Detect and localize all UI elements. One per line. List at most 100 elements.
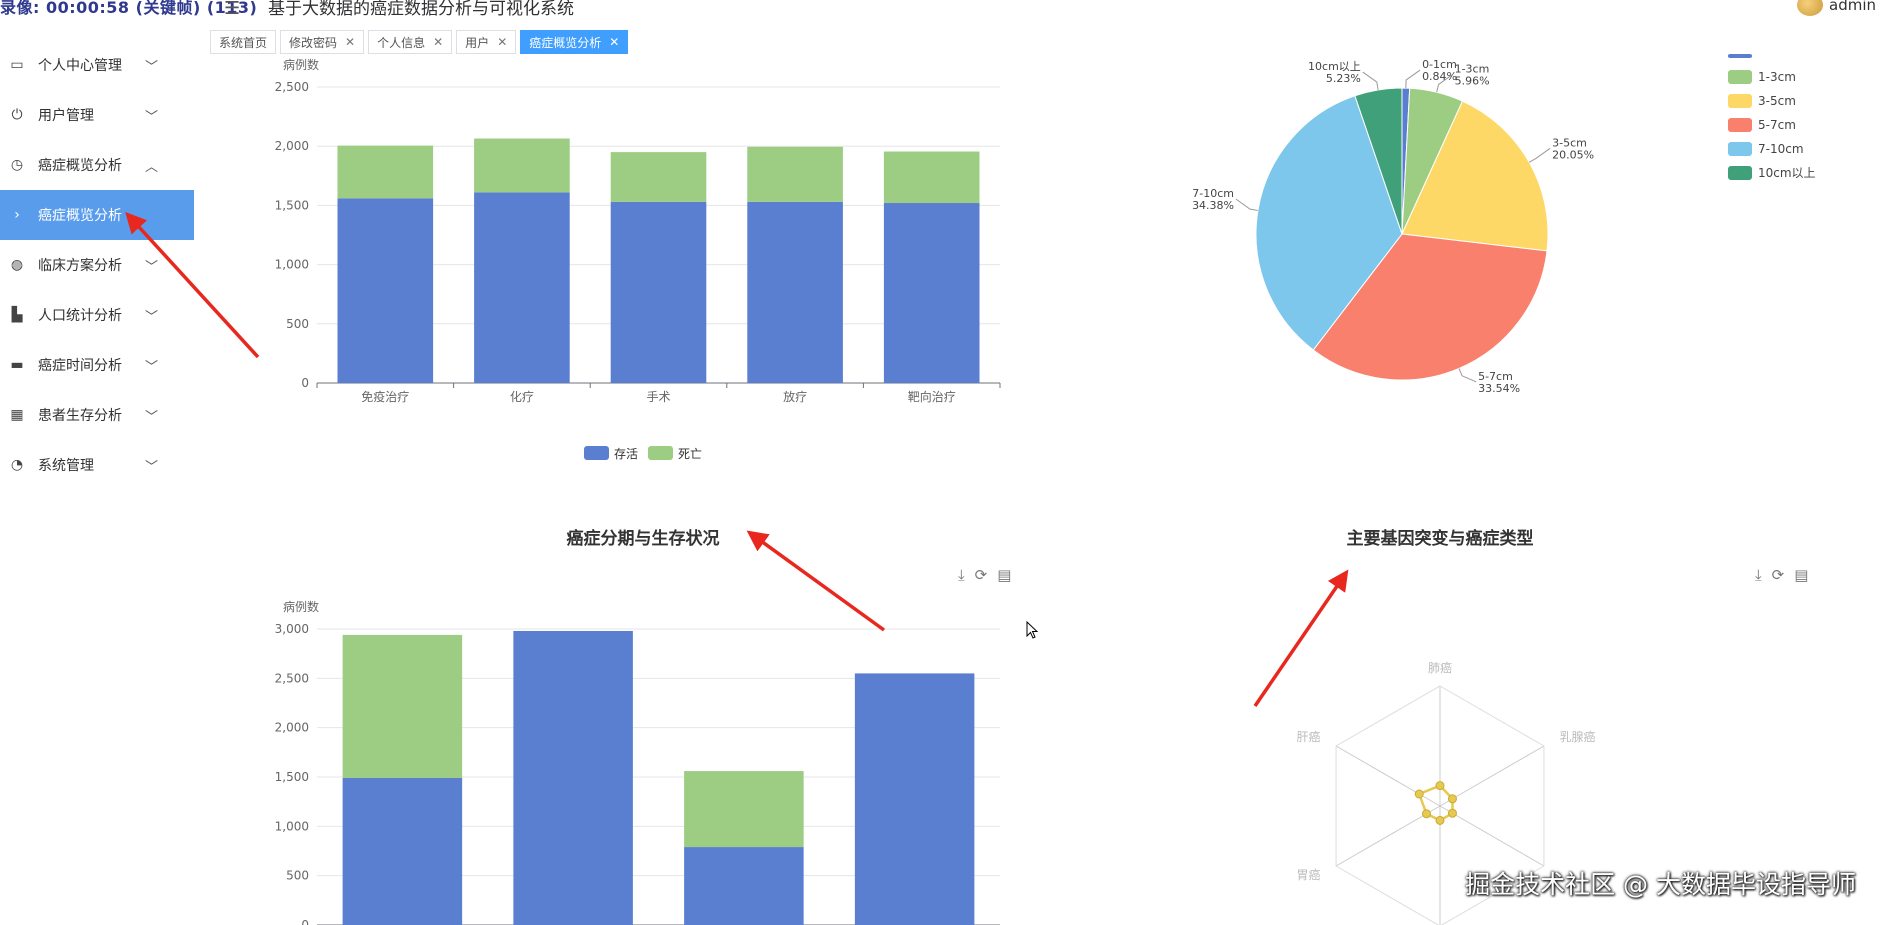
y-tick-label: 1,500 bbox=[275, 770, 309, 784]
pie-label-value: 34.38% bbox=[1192, 199, 1234, 212]
radar-point[interactable] bbox=[1421, 809, 1431, 819]
bar-死亡[interactable] bbox=[883, 151, 980, 204]
user-name[interactable]: admin bbox=[1829, 0, 1876, 14]
tab-4[interactable]: 癌症概览分析 ✕ bbox=[520, 30, 629, 54]
bar-死亡[interactable] bbox=[474, 138, 570, 193]
sidebar-item-1[interactable]: ⏻ 用户管理 ﹀ bbox=[0, 90, 194, 140]
bar-存活[interactable] bbox=[854, 673, 975, 925]
chevron-down-icon[interactable]: ﹀ bbox=[145, 306, 158, 325]
y-axis-label: 病例数 bbox=[283, 57, 319, 72]
y-tick-label: 2,000 bbox=[275, 139, 309, 153]
pie-label-value: 20.05% bbox=[1552, 148, 1594, 161]
legend-item-1-3cm[interactable]: 1-3cm bbox=[1728, 70, 1796, 84]
download-icon[interactable]: ⤓ bbox=[1755, 566, 1762, 584]
user-menu[interactable]: admin bbox=[1797, 0, 1876, 16]
chevron-down-icon[interactable]: ﹀ bbox=[145, 106, 158, 125]
data-view-icon[interactable]: ▤ bbox=[1794, 566, 1808, 584]
bar-死亡[interactable] bbox=[337, 145, 434, 199]
sidebar-item-4[interactable]: ◍ 临床方案分析 ﹀ bbox=[0, 240, 194, 290]
chevron-down-icon[interactable]: ﹀ bbox=[145, 456, 158, 475]
bar-死亡[interactable] bbox=[342, 634, 463, 778]
tab-label: 用户 bbox=[465, 35, 490, 50]
chevron-down-icon[interactable]: ﹀ bbox=[145, 256, 158, 275]
sidebar-item-3[interactable]: › 癌症概览分析 bbox=[0, 190, 194, 240]
watermark: 掘金技术社区 @ 大数据毕设指导师 bbox=[1465, 870, 1856, 899]
legend-item-死亡[interactable]: 死亡 bbox=[648, 446, 702, 461]
system-title: 基于大数据的癌症数据分析与可视化系统 bbox=[268, 0, 574, 19]
refresh-icon[interactable]: ⟳ bbox=[975, 566, 988, 584]
radar-point[interactable] bbox=[1435, 815, 1445, 825]
power-icon: ⏻ bbox=[11, 107, 23, 123]
sidebar: ▭ 个人中心管理 ﹀ ⏻ 用户管理 ﹀ ◷ 癌症概览分析 ︿ › 癌症概览分析 ◍ 临床方案分析 ﹀ ▙ 人口… bbox=[0, 40, 194, 925]
chevron-down-icon[interactable]: ﹀ bbox=[145, 56, 158, 75]
refresh-icon[interactable]: ⟳ bbox=[1772, 566, 1785, 584]
legend-item-10cm以上[interactable]: 10cm以上 bbox=[1728, 166, 1816, 180]
tab-label: 癌症概览分析 bbox=[529, 35, 602, 50]
close-icon[interactable]: ✕ bbox=[609, 35, 619, 49]
tab-2[interactable]: 个人信息 ✕ bbox=[368, 30, 453, 54]
bar-死亡[interactable] bbox=[747, 146, 843, 202]
legend-item-5-7cm[interactable]: 5-7cm bbox=[1728, 118, 1796, 132]
bar-存活[interactable] bbox=[342, 777, 463, 925]
bar-存活[interactable] bbox=[610, 201, 707, 383]
bar-死亡[interactable] bbox=[684, 771, 804, 848]
app-root: 录像: 00:00:58 (关键帧) (113) ☰ 基于大数据的癌症数据分析与… bbox=[0, 0, 1882, 925]
y-tick-label: 1,000 bbox=[275, 258, 309, 272]
pie-label-line bbox=[1528, 147, 1551, 163]
radar-point[interactable] bbox=[1435, 781, 1445, 791]
pie-label-line bbox=[1235, 198, 1258, 211]
sidebar-item-5[interactable]: ▙ 人口统计分析 ﹀ bbox=[0, 290, 194, 340]
stage-chart-title: 癌症分期与生存状况 bbox=[566, 529, 720, 549]
radar-point[interactable] bbox=[1447, 808, 1457, 818]
radar-axis bbox=[1335, 745, 1441, 807]
bar-存活[interactable] bbox=[684, 847, 804, 925]
bar-存活[interactable] bbox=[883, 203, 980, 383]
legend-label: 3-5cm bbox=[1758, 94, 1796, 108]
sidebar-item-2[interactable]: ◷ 癌症概览分析 ︿ bbox=[0, 140, 194, 190]
chevron-down-icon[interactable]: ﹀ bbox=[145, 406, 158, 425]
x-tick-label: 靶向治疗 bbox=[908, 389, 956, 404]
bar-存活[interactable] bbox=[337, 198, 434, 383]
legend-item-7-10cm[interactable]: 7-10cm bbox=[1728, 142, 1804, 156]
close-icon[interactable]: ✕ bbox=[433, 35, 443, 49]
bar-存活[interactable] bbox=[747, 201, 843, 383]
tab-0[interactable]: 系统首页 bbox=[210, 30, 277, 54]
y-tick-label: 3,000 bbox=[275, 622, 309, 636]
chevron-up-icon[interactable]: ︿ bbox=[145, 156, 158, 175]
stage-survival-chart: 病例数 0 500 1,000 1,500 2,000 2,500 3,000 bbox=[250, 596, 1030, 925]
legend-item-存活[interactable]: 存活 bbox=[584, 446, 638, 461]
pie-label-value: 5.23% bbox=[1326, 72, 1361, 85]
data-view-icon[interactable]: ▤ bbox=[997, 566, 1011, 584]
tab-label: 个人信息 bbox=[377, 35, 426, 50]
bar-存活[interactable] bbox=[513, 630, 633, 925]
sidebar-item-6[interactable]: ▬ 癌症时间分析 ﹀ bbox=[0, 340, 194, 390]
tab-label: 修改密码 bbox=[289, 35, 338, 50]
avatar[interactable] bbox=[1797, 0, 1823, 16]
menu-toggle-icon[interactable]: ☰ bbox=[224, 0, 240, 19]
sidebar-item-7[interactable]: ▦ 患者生存分析 ﹀ bbox=[0, 390, 194, 440]
y-tick-label: 2,500 bbox=[275, 80, 309, 94]
tumor-size-chart: 0-1cm 0.84% 1-3cm 5.96% 3-5cm 20.05% 5-7cm 33.5… bbox=[1150, 54, 1882, 434]
legend-item-3-5cm[interactable]: 3-5cm bbox=[1728, 94, 1796, 108]
bar-死亡[interactable] bbox=[610, 152, 707, 202]
close-icon[interactable]: ✕ bbox=[345, 35, 355, 49]
radar-point[interactable] bbox=[1447, 794, 1457, 804]
bar-存活[interactable] bbox=[474, 192, 570, 383]
tab-3[interactable]: 用户 ✕ bbox=[456, 30, 517, 54]
treatment-survival-chart: 病例数 0 500 1,000 1,500 2,000 2,500 免疫治疗 化疗 手术 放疗 靶向治… bbox=[250, 54, 1030, 474]
download-icon[interactable]: ⤓ bbox=[958, 566, 965, 584]
radar-point[interactable] bbox=[1414, 789, 1424, 799]
legend-label: 存活 bbox=[614, 447, 638, 461]
x-tick-label: 手术 bbox=[646, 390, 670, 404]
legend-label: 1-3cm bbox=[1758, 70, 1796, 84]
brush-icon: ▙ bbox=[11, 307, 23, 323]
sidebar-item-8[interactable]: ◔ 系统管理 ﹀ bbox=[0, 440, 194, 490]
microphone-icon: ◍ bbox=[10, 257, 24, 273]
tab-1[interactable]: 修改密码 ✕ bbox=[280, 30, 365, 54]
close-icon[interactable]: ✕ bbox=[497, 35, 507, 49]
y-tick-label: 2,500 bbox=[275, 671, 309, 685]
gauge-icon: ◔ bbox=[10, 457, 24, 473]
sidebar-item-0[interactable]: ▭ 个人中心管理 ﹀ bbox=[0, 40, 194, 90]
pie-label-line bbox=[1458, 368, 1477, 383]
chevron-down-icon[interactable]: ﹀ bbox=[145, 356, 158, 375]
